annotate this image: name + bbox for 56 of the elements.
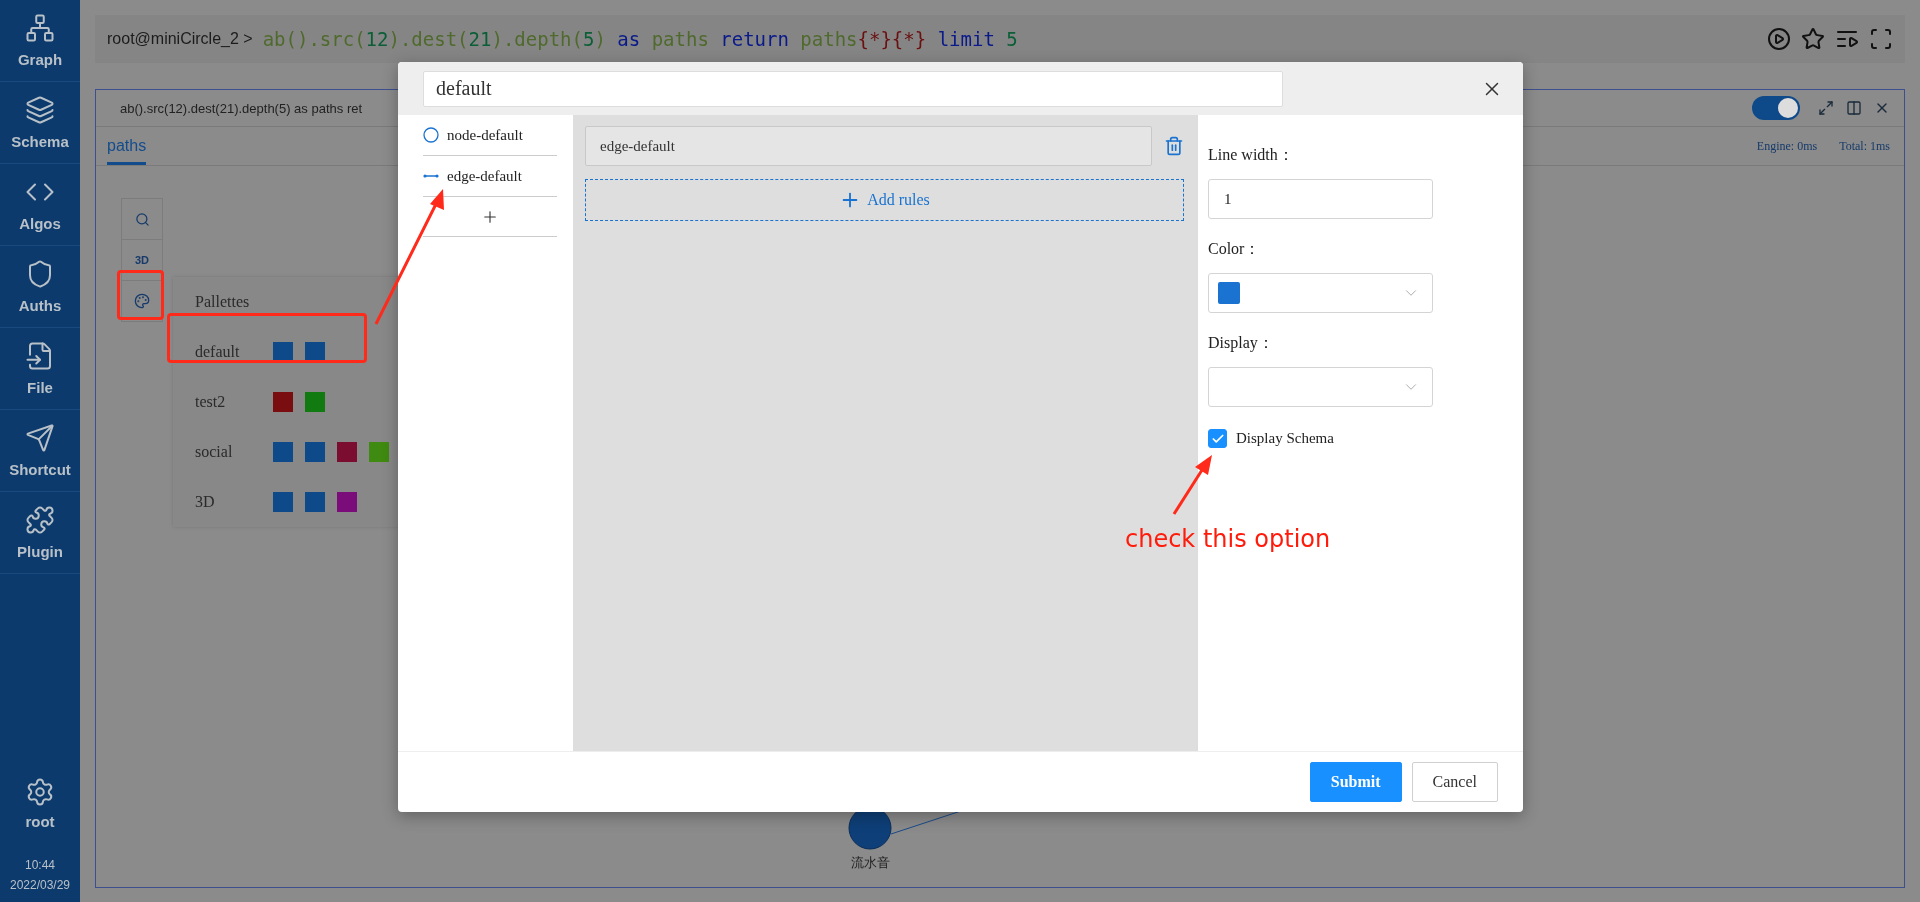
send-icon (25, 423, 55, 453)
pallette-item[interactable]: social (173, 427, 423, 477)
sidebar-item[interactable]: Schema (0, 82, 80, 164)
submit-button[interactable]: Submit (1309, 762, 1402, 802)
delete-button[interactable] (1164, 136, 1184, 156)
palette-icon (134, 293, 150, 309)
style-item[interactable]: node-default (423, 115, 557, 156)
layers-icon (25, 95, 55, 125)
sidebar-item[interactable]: Graph (0, 0, 80, 82)
node-label: 流水音 (850, 854, 890, 872)
checkbox-label: Display Schema (1236, 430, 1334, 447)
fullscreen-icon[interactable] (1869, 27, 1893, 51)
line-width-field[interactable]: 1 (1208, 179, 1433, 219)
field-label: Display： (1208, 333, 1275, 354)
line-icon (423, 173, 439, 179)
color-select[interactable] (1208, 273, 1433, 313)
trash-icon (1164, 136, 1184, 156)
sidebar-item[interactable]: File (0, 328, 80, 410)
sidebar-item[interactable]: Plugin (0, 492, 80, 574)
total-time: Total: 1ms (1839, 138, 1890, 154)
sidebar-item[interactable]: Auths (0, 246, 80, 328)
query-prompt: root@miniCircle_2 > (107, 30, 253, 48)
settings-icon[interactable] (25, 777, 55, 807)
sidebar-item[interactable]: Shortcut (0, 410, 80, 492)
play-icon[interactable] (1767, 27, 1791, 51)
search-icon (134, 211, 150, 227)
checkbox[interactable] (1208, 429, 1227, 448)
pallette-name-field[interactable]: default (423, 70, 1283, 107)
query-text: ab().src(12).dest(21).depth(5) as paths return paths{*}{*} limit 5 (262, 28, 1018, 50)
network-icon (25, 13, 55, 43)
cancel-button[interactable]: Cancel (1411, 762, 1498, 802)
user-name: root (25, 813, 55, 830)
pallette-item[interactable]: 3D (173, 477, 423, 527)
add-rules-button[interactable]: Add rules (585, 179, 1184, 221)
clock-date: 2022/03/29 (9, 878, 71, 892)
puzzle-icon (25, 505, 55, 535)
result-query: ab().src(12).dest(21).depth(5) as paths ret (120, 100, 363, 116)
expand-icon[interactable] (1818, 100, 1834, 116)
toggle-knob (1778, 98, 1798, 118)
annotation-arrow (1172, 455, 1212, 515)
engine-time: Engine: 0ms (1756, 138, 1818, 154)
pallette-item[interactable]: default (173, 327, 423, 377)
sidebar-item[interactable]: Algos (0, 164, 80, 246)
annotation-note: check this option (1125, 525, 1331, 553)
columns-icon[interactable] (1846, 100, 1862, 116)
circle-icon (423, 127, 439, 143)
clock-time: 10:44 (25, 858, 55, 872)
layout-toggle[interactable] (1752, 96, 1800, 120)
field-label: Line width： (1208, 145, 1295, 165)
query-bar[interactable]: root@miniCircle_2 > ab().src(12).dest(21).depth(5) as paths return paths{*}{*} limit 5 (95, 15, 1905, 63)
pallettes-title: Pallettes (194, 292, 251, 312)
rule-field[interactable]: edge-default (585, 126, 1152, 166)
highlight-frame (117, 270, 164, 320)
star-icon[interactable] (1801, 27, 1825, 51)
field-label: Color： (1208, 239, 1262, 259)
pallette-item[interactable]: test2 (173, 377, 423, 427)
